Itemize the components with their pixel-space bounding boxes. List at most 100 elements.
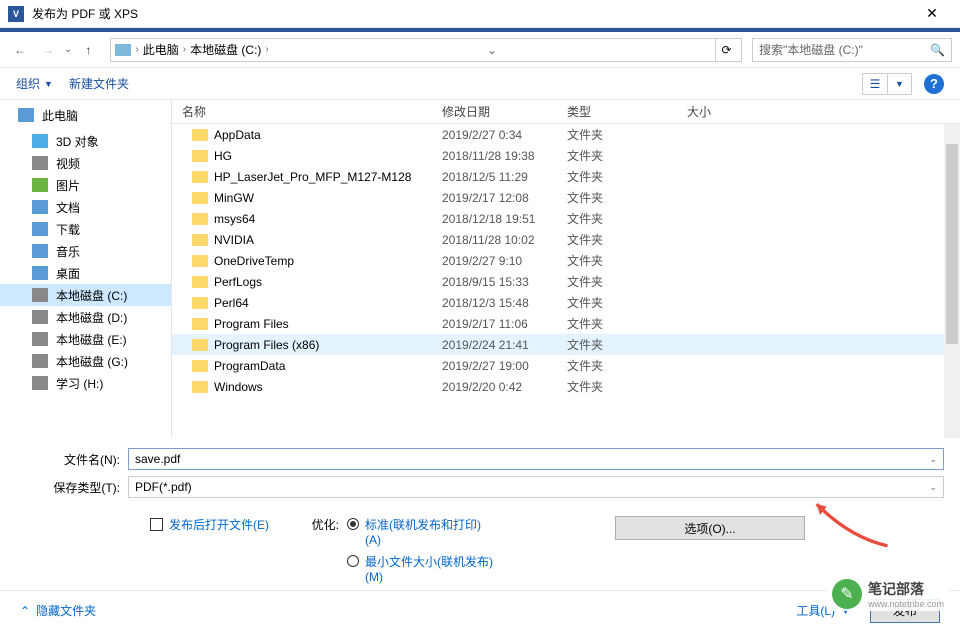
- open-after-checkbox[interactable]: 发布后打开文件(E): [150, 516, 269, 533]
- file-row[interactable]: MinGW2019/2/17 12:08文件夹: [172, 187, 960, 208]
- folder-icon: [32, 222, 48, 236]
- file-date: 2019/2/27 9:10: [442, 254, 567, 268]
- sidebar-item[interactable]: 本地磁盘 (D:): [0, 306, 171, 328]
- file-type: 文件夹: [567, 378, 687, 395]
- file-type: 文件夹: [567, 294, 687, 311]
- col-date[interactable]: 修改日期: [442, 103, 567, 120]
- file-date: 2019/2/27 0:34: [442, 128, 567, 142]
- sidebar-item[interactable]: 学习 (H:): [0, 372, 171, 394]
- file-date: 2019/2/24 21:41: [442, 338, 567, 352]
- file-row[interactable]: msys642018/12/18 19:51文件夹: [172, 208, 960, 229]
- nav-recent[interactable]: ⌄: [64, 44, 72, 55]
- sidebar-item[interactable]: 下载: [0, 218, 171, 240]
- col-size[interactable]: 大小: [687, 103, 807, 120]
- file-date: 2018/12/18 19:51: [442, 212, 567, 226]
- folder-icon: [192, 213, 208, 225]
- file-type: 文件夹: [567, 126, 687, 143]
- filename-label: 文件名(N):: [16, 451, 128, 468]
- new-folder-button[interactable]: 新建文件夹: [69, 75, 129, 92]
- nav-back[interactable]: ←: [8, 38, 32, 62]
- sidebar-item[interactable]: 本地磁盘 (E:): [0, 328, 171, 350]
- folder-icon: [192, 150, 208, 162]
- refresh-button[interactable]: ⟳: [715, 39, 737, 61]
- file-row[interactable]: PerfLogs2018/9/15 15:33文件夹: [172, 271, 960, 292]
- folder-icon: [32, 200, 48, 214]
- folder-icon: [192, 339, 208, 351]
- file-row[interactable]: HP_LaserJet_Pro_MFP_M127-M128 2018/12/5 1…: [172, 166, 960, 187]
- options-button[interactable]: 选项(O)...: [615, 516, 805, 540]
- radio-icon[interactable]: [347, 518, 359, 530]
- view-details-icon[interactable]: ☰: [863, 74, 887, 94]
- file-type: 文件夹: [567, 336, 687, 353]
- folder-icon: [32, 376, 48, 390]
- scrollbar[interactable]: [944, 124, 960, 438]
- view-toggle[interactable]: ☰ ▼: [862, 73, 912, 95]
- filetype-label: 保存类型(T):: [16, 479, 128, 496]
- col-name[interactable]: 名称: [172, 103, 442, 120]
- file-row[interactable]: Windows2019/2/20 0:42文件夹: [172, 376, 960, 397]
- radio-icon[interactable]: [347, 555, 359, 567]
- folder-icon: [32, 134, 48, 148]
- help-icon[interactable]: ?: [924, 74, 944, 94]
- sidebar-item[interactable]: 本地磁盘 (C:): [0, 284, 171, 306]
- file-row[interactable]: Program Files (x86)2019/2/24 21:41文件夹: [172, 334, 960, 355]
- sidebar-item-label: 图片: [56, 177, 80, 194]
- sidebar-item-label: 视频: [56, 155, 80, 172]
- file-name: HP_LaserJet_Pro_MFP_M127-M128: [214, 170, 411, 184]
- file-list: AppData2019/2/27 0:34文件夹HG2018/11/28 19:…: [172, 124, 960, 438]
- app-icon: V: [8, 6, 24, 22]
- filename-input[interactable]: save.pdf ⌄: [128, 448, 944, 470]
- radio-minimum[interactable]: 最小文件大小(联机发布)(M): [347, 553, 495, 584]
- address-bar[interactable]: › 此电脑 › 本地磁盘 (C:) › ⌄ ⟳: [110, 38, 742, 62]
- path-drive[interactable]: 本地磁盘 (C:): [190, 41, 261, 58]
- address-dropdown[interactable]: ⌄: [483, 43, 501, 57]
- file-date: 2019/2/17 11:06: [442, 317, 567, 331]
- file-type: 文件夹: [567, 189, 687, 206]
- file-date: 2018/12/5 11:29: [442, 170, 567, 184]
- folder-icon: [32, 178, 48, 192]
- search-icon[interactable]: 🔍: [930, 43, 945, 57]
- sidebar-item[interactable]: 本地磁盘 (G:): [0, 350, 171, 372]
- hide-folders-link[interactable]: ⌃ 隐藏文件夹: [20, 602, 96, 619]
- file-type: 文件夹: [567, 168, 687, 185]
- sidebar-this-pc[interactable]: 此电脑: [0, 104, 171, 126]
- file-row[interactable]: Perl642018/12/3 15:48文件夹: [172, 292, 960, 313]
- optimize-label: 优化:: [299, 516, 339, 533]
- drive-icon: [115, 44, 131, 56]
- chevron-down-icon[interactable]: ⌄: [929, 454, 937, 465]
- sidebar-item-label: 本地磁盘 (D:): [56, 309, 127, 326]
- filetype-select[interactable]: PDF(*.pdf) ⌄: [128, 476, 944, 498]
- checkbox-icon[interactable]: [150, 518, 163, 531]
- nav-up[interactable]: ↑: [76, 38, 100, 62]
- sidebar-item[interactable]: 桌面: [0, 262, 171, 284]
- sidebar-item[interactable]: 音乐: [0, 240, 171, 262]
- view-dropdown[interactable]: ▼: [887, 74, 911, 94]
- file-name: OneDriveTemp: [214, 254, 294, 268]
- file-name: Program Files: [214, 317, 289, 331]
- sidebar-item[interactable]: 文档: [0, 196, 171, 218]
- sidebar-item-label: 3D 对象: [56, 133, 99, 150]
- file-row[interactable]: HG2018/11/28 19:38文件夹: [172, 145, 960, 166]
- sidebar-item[interactable]: 图片: [0, 174, 171, 196]
- sidebar-item-label: 音乐: [56, 243, 80, 260]
- folder-icon: [192, 360, 208, 372]
- sidebar-item-label: 本地磁盘 (G:): [56, 353, 128, 370]
- chevron-down-icon[interactable]: ⌄: [929, 482, 937, 493]
- file-name: ProgramData: [214, 359, 285, 373]
- col-type[interactable]: 类型: [567, 103, 687, 120]
- file-row[interactable]: OneDriveTemp2019/2/27 9:10文件夹: [172, 250, 960, 271]
- file-type: 文件夹: [567, 357, 687, 374]
- organize-button[interactable]: 组织 ▼: [16, 75, 53, 92]
- path-this-pc[interactable]: 此电脑: [143, 41, 179, 58]
- folder-icon: [192, 276, 208, 288]
- file-row[interactable]: Program Files2019/2/17 11:06文件夹: [172, 313, 960, 334]
- file-row[interactable]: NVIDIA2018/11/28 10:02文件夹: [172, 229, 960, 250]
- sidebar-item[interactable]: 3D 对象: [0, 130, 171, 152]
- file-row[interactable]: ProgramData2019/2/27 19:00文件夹: [172, 355, 960, 376]
- scrollbar-thumb[interactable]: [946, 144, 958, 344]
- search-input[interactable]: 搜索"本地磁盘 (C:)" 🔍: [752, 38, 952, 62]
- radio-standard[interactable]: 标准(联机发布和打印)(A): [347, 516, 495, 547]
- file-row[interactable]: AppData2019/2/27 0:34文件夹: [172, 124, 960, 145]
- sidebar-item[interactable]: 视频: [0, 152, 171, 174]
- close-button[interactable]: ✕: [912, 0, 952, 28]
